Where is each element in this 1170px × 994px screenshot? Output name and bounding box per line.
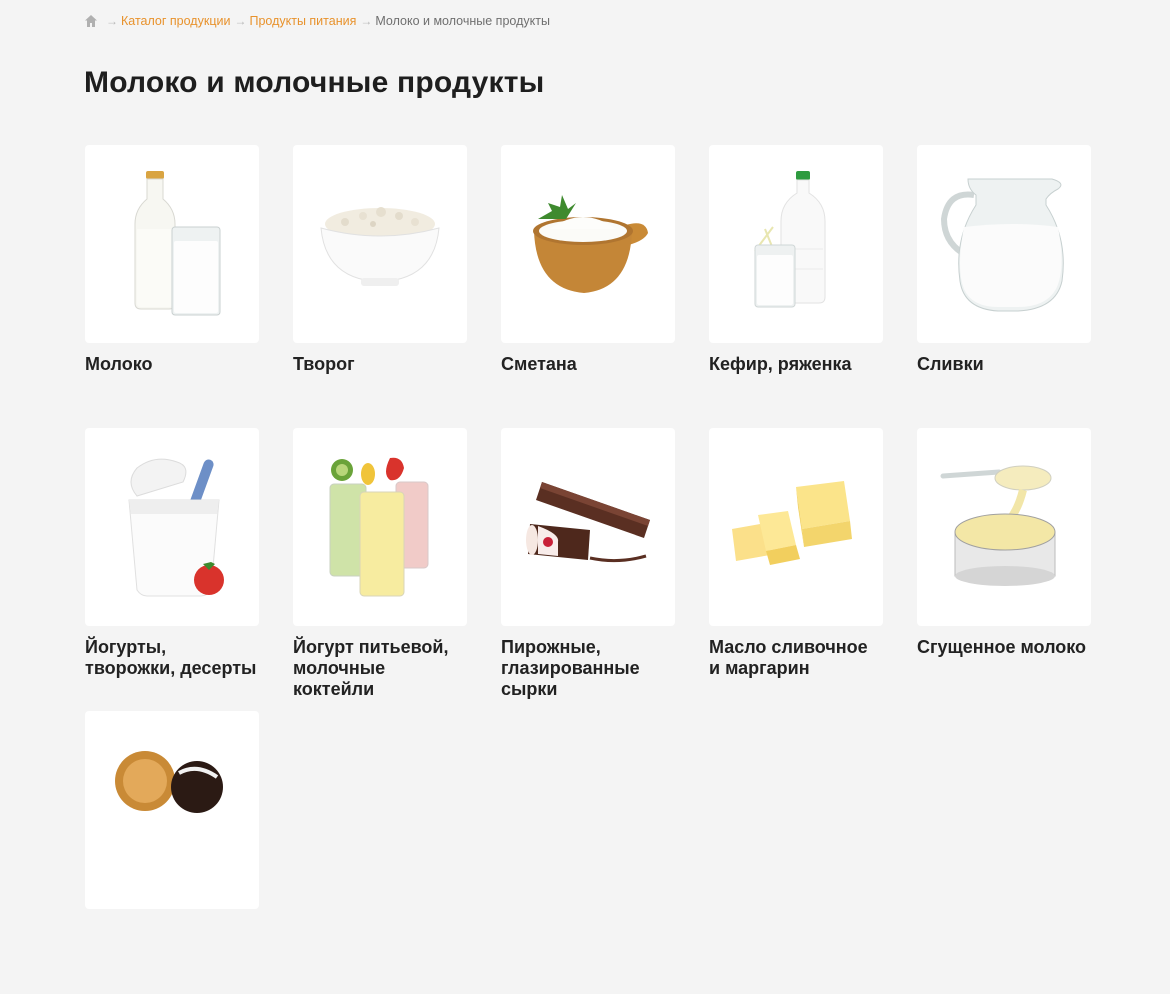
category-card-cream[interactable]: Сливки — [917, 145, 1091, 428]
cottage-cheese-bowl-icon — [320, 207, 440, 286]
breadcrumb-arrow-icon: → — [360, 14, 373, 28]
category-image[interactable] — [85, 145, 259, 343]
category-image[interactable] — [917, 145, 1091, 343]
category-title[interactable]: Творог — [293, 354, 465, 375]
category-title[interactable]: Йогурт питьевой, молочные коктейли — [293, 637, 465, 700]
category-title[interactable]: Сгущенное молоко — [917, 637, 1089, 658]
category-title[interactable]: Кефир, ряженка — [709, 354, 881, 375]
milkshake-glasses-icon — [329, 457, 429, 597]
category-title[interactable]: Йогурты, творожки, десерты — [85, 637, 257, 679]
category-image[interactable] — [917, 428, 1091, 626]
category-title[interactable]: Молоко — [85, 354, 257, 375]
milk-bottle-glass-icon — [134, 171, 221, 316]
category-image[interactable] — [709, 145, 883, 343]
category-title[interactable]: Масло сливочное и маргарин — [709, 637, 881, 679]
category-image[interactable] — [501, 428, 675, 626]
sour-cream-pot-icon — [533, 195, 648, 293]
category-image[interactable] — [85, 711, 259, 909]
breadcrumb-link-food[interactable]: Продукты питания — [249, 14, 356, 28]
home-icon[interactable] — [84, 14, 98, 28]
yogurt-cup-icon — [128, 458, 224, 597]
category-card-sour-cream[interactable]: Сметана — [501, 145, 675, 428]
category-title[interactable]: Сметана — [501, 354, 673, 375]
butter-icon — [732, 481, 852, 565]
breadcrumb-arrow-icon: → — [234, 14, 247, 28]
breadcrumb-arrow-icon: → — [106, 14, 118, 28]
category-card-condensed-milk[interactable]: Сгущенное молоко — [917, 428, 1091, 711]
category-image[interactable] — [85, 428, 259, 626]
glazed-curd-bars-icon — [526, 482, 650, 563]
category-image[interactable] — [709, 428, 883, 626]
category-image[interactable] — [501, 145, 675, 343]
category-grid: Молоко Творог Сметана Кефир, ряженка Сли… — [85, 145, 1091, 994]
breadcrumb-current: Молоко и молочные продукты — [375, 14, 550, 28]
category-card-milk[interactable]: Молоко — [85, 145, 259, 428]
page-title: Молоко и молочные продукты — [84, 66, 545, 99]
category-card-butter[interactable]: Масло сливочное и маргарин — [709, 428, 883, 711]
category-card-ice-cream[interactable] — [85, 711, 259, 994]
category-card-glazed-curd[interactable]: Пирожные, глазированные сырки — [501, 428, 675, 711]
breadcrumb: → Каталог продукции → Продукты питания →… — [84, 14, 550, 28]
category-title[interactable]: Сливки — [917, 354, 1089, 375]
category-card-yogurts[interactable]: Йогурты, творожки, десерты — [85, 428, 259, 711]
cream-jug-icon — [940, 178, 1064, 312]
category-title[interactable]: Пирожные, глазированные сырки — [501, 637, 673, 700]
condensed-milk-icon — [940, 465, 1056, 586]
category-card-kefir[interactable]: Кефир, ряженка — [709, 145, 883, 428]
category-card-drinking-yogurt[interactable]: Йогурт питьевой, молочные коктейли — [293, 428, 467, 711]
breadcrumb-link-catalog[interactable]: Каталог продукции — [121, 14, 230, 28]
category-image[interactable] — [293, 145, 467, 343]
ice-cream-icon — [115, 751, 223, 813]
category-card-cottage-cheese[interactable]: Творог — [293, 145, 467, 428]
kefir-bottle-icon — [754, 171, 826, 308]
category-image[interactable] — [293, 428, 467, 626]
